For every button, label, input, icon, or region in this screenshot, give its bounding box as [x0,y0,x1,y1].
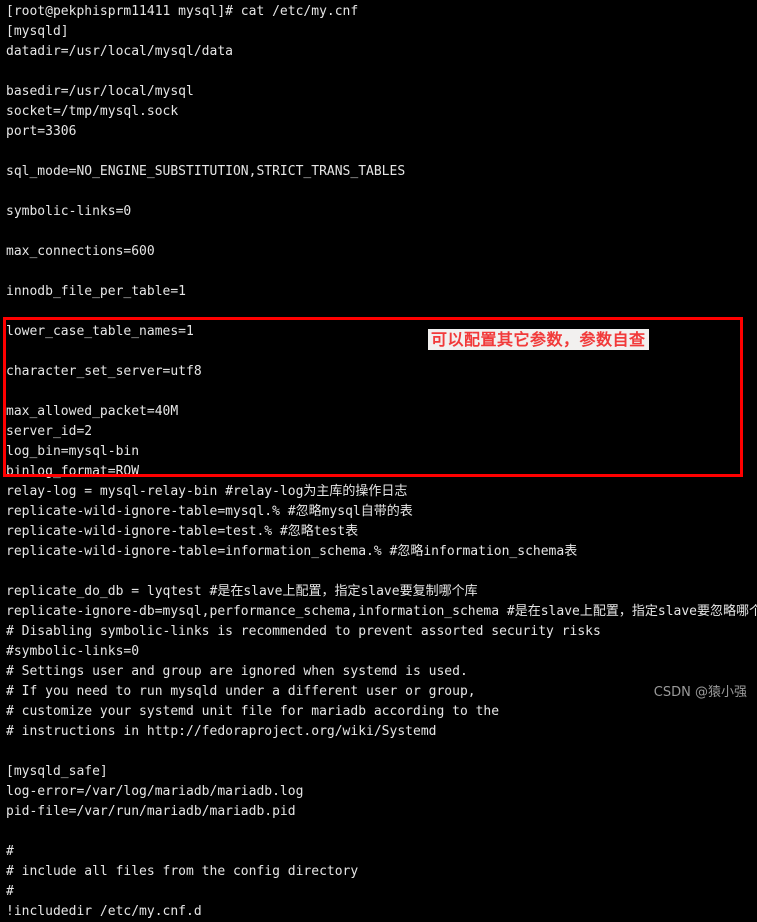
terminal-line: # If you need to run mysqld under a diff… [6,684,476,699]
terminal-output: [root@pekphisprm11411 mysql]# cat /etc/m… [3,2,757,922]
terminal-line: sql_mode=NO_ENGINE_SUBSTITUTION,STRICT_T… [6,164,406,179]
terminal-line: #symbolic-links=0 [6,644,140,659]
annotation-label: 可以配置其它参数，参数自查 [428,329,649,350]
terminal-line: # [6,844,14,859]
terminal-line: [root@pekphisprm11411 mysql]# cat /etc/m… [6,4,359,19]
terminal-line: socket=/tmp/mysql.sock [6,104,179,119]
terminal-line: log_bin=mysql-bin [6,444,140,459]
terminal-line: # customize your systemd unit file for m… [6,704,500,719]
terminal-line: binlog_format=ROW [6,464,140,479]
terminal-line: !includedir /etc/my.cnf.d [6,904,202,919]
terminal-line: pid-file=/var/run/mariadb/mariadb.pid [6,804,296,819]
terminal-line: replicate_do_db = lyqtest #是在slave上配置，指定… [6,584,478,599]
terminal-line: basedir=/usr/local/mysql [6,84,194,99]
terminal-line: # include all files from the config dire… [6,864,359,879]
terminal-line: replicate-ignore-db=mysql,performance_sc… [6,604,757,619]
csdn-watermark: CSDN @猿小强 [653,685,747,700]
terminal-line: replicate-wild-ignore-table=test.% #忽略te… [6,524,359,539]
terminal-line: character_set_server=utf8 [6,364,202,379]
terminal-line: [mysqld_safe] [6,764,108,779]
terminal-window[interactable]: [root@pekphisprm11411 mysql]# cat /etc/m… [0,0,757,919]
terminal-line: # Settings user and group are ignored wh… [6,664,468,679]
terminal-line: innodb_file_per_table=1 [6,284,187,299]
terminal-line: # instructions in http://fedoraproject.o… [6,724,437,739]
terminal-line: log-error=/var/log/mariadb/mariadb.log [6,784,304,799]
terminal-line: max_allowed_packet=40M [6,404,179,419]
terminal-line: # Disabling symbolic-links is recommende… [6,624,601,639]
terminal-line: server_id=2 [6,424,93,439]
terminal-line: # [6,884,14,899]
terminal-line: replicate-wild-ignore-table=information_… [6,544,578,559]
terminal-line: relay-log = mysql-relay-bin #relay-log为主… [6,484,408,499]
terminal-line: [mysqld] [6,24,69,39]
terminal-line: port=3306 [6,124,77,139]
terminal-line: symbolic-links=0 [6,204,132,219]
terminal-line: max_connections=600 [6,244,155,259]
terminal-line: datadir=/usr/local/mysql/data [6,44,233,59]
terminal-line: replicate-wild-ignore-table=mysql.% #忽略m… [6,504,413,519]
